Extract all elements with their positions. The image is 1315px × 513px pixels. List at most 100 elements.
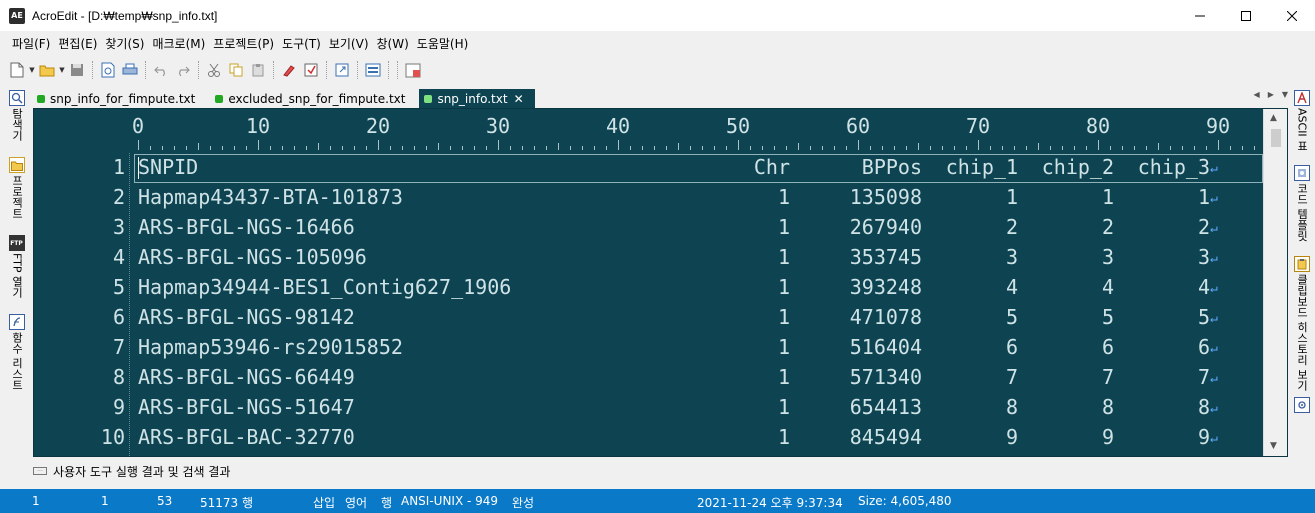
ruler-tick <box>738 140 739 150</box>
print-icon[interactable] <box>119 59 141 81</box>
code-field-c3: 4 <box>1197 275 1210 299</box>
ruler-tick <box>462 146 463 150</box>
code-line[interactable]: ARS-BFGL-NGS-16466 1 267940 2 2 2 ↵ <box>138 215 1263 245</box>
menu-tools[interactable]: 도구(T) <box>278 35 325 52</box>
side-project-button[interactable]: 프로젝트 <box>0 157 33 219</box>
tab-list-icon[interactable]: ▼ <box>1282 90 1288 99</box>
code-field-c1: 5 <box>1005 305 1018 329</box>
ruler-tick <box>390 146 391 150</box>
minimize-icon[interactable] <box>1177 0 1223 31</box>
line-number: 10 <box>100 425 125 449</box>
layout-icon[interactable] <box>362 59 384 81</box>
print-preview-icon[interactable] <box>97 59 119 81</box>
redo-icon[interactable] <box>172 59 194 81</box>
tab-close-icon[interactable]: ✕ <box>514 92 524 106</box>
ruler-label: 40 <box>606 114 631 138</box>
bookmark-icon[interactable] <box>300 59 322 81</box>
code-field-snp: Hapmap53946-rs29015852 <box>138 335 403 359</box>
code-line[interactable]: ARS-BFGL-NGS-98142 1 471078 5 5 5 ↵ <box>138 305 1263 335</box>
open-folder-dropdown-icon[interactable]: ▼ <box>58 66 66 74</box>
code-field-c1: 9 <box>1005 425 1018 449</box>
undo-icon[interactable] <box>150 59 172 81</box>
status-insert-mode[interactable]: 삽입 <box>313 494 335 511</box>
line-number: 5 <box>112 275 125 299</box>
code-line[interactable]: SNPID Chr BPPos chip_1 chip_2 chip_3 ↵ <box>138 155 1263 185</box>
maximize-icon[interactable] <box>1223 0 1269 31</box>
ruler-tick <box>378 140 379 150</box>
code-field-c2: 5 <box>1101 305 1114 329</box>
ruler-tick <box>426 146 427 150</box>
menu-macro[interactable]: 매크로(M) <box>148 35 209 52</box>
tab-prev-icon[interactable]: ◀ <box>1254 90 1260 99</box>
code-field-c2: 2 <box>1101 215 1114 239</box>
ruler-tick <box>1038 143 1039 150</box>
column-ruler: 0 10 20 30 40 50 60 70 80 90 <box>34 109 1263 153</box>
code-field-snp: Hapmap43437-BTA-101873 <box>138 185 403 209</box>
highlight-icon[interactable] <box>278 59 300 81</box>
menu-window[interactable]: 창(W) <box>373 35 413 52</box>
code-field-bp: 654413 <box>849 395 922 419</box>
toolbar-separator <box>92 61 93 79</box>
open-folder-icon[interactable] <box>36 59 58 81</box>
text-editor[interactable]: 0 10 20 30 40 50 60 70 80 90 1 2 3 4 5 6 7 8 9 10… <box>33 108 1288 457</box>
scroll-down-icon[interactable]: ▼ <box>1270 441 1277 451</box>
side-explorer-button[interactable]: 탐색기 <box>0 90 33 141</box>
save-icon[interactable] <box>66 59 88 81</box>
copy-icon[interactable] <box>225 59 247 81</box>
status-selection-mode[interactable]: 행 <box>381 494 392 511</box>
ruler-tick <box>1218 140 1219 150</box>
vertical-scrollbar[interactable]: ▲ ▼ <box>1263 109 1287 456</box>
side-function-list-button[interactable]: 함수 리스트 <box>0 313 33 390</box>
side-ftp-button[interactable]: FTP FTP 열기 <box>0 235 33 298</box>
menu-project[interactable]: 프로젝트(P) <box>209 35 278 52</box>
code-line[interactable]: ARS-BFGL-BAC-32770 1 845494 9 9 9 ↵ <box>138 425 1263 455</box>
scroll-up-icon[interactable]: ▲ <box>1270 113 1277 123</box>
ruler-tick <box>282 146 283 150</box>
code-line[interactable]: ARS-BFGL-NGS-66449 1 571340 7 7 7 ↵ <box>138 365 1263 395</box>
scroll-thumb[interactable] <box>1271 129 1281 147</box>
ruler-tick <box>894 146 895 150</box>
menu-view[interactable]: 보기(V) <box>325 35 373 52</box>
new-file-icon[interactable] <box>6 59 28 81</box>
end-of-line-icon: ↵ <box>1210 431 1218 446</box>
status-input-language[interactable]: 영어 <box>345 494 367 511</box>
cut-icon[interactable] <box>203 59 225 81</box>
line-number: 3 <box>112 215 125 239</box>
calendar-icon[interactable] <box>402 59 424 81</box>
code-field-c3: chip_3 <box>1137 155 1210 179</box>
menu-edit[interactable]: 편집(E) <box>54 35 101 52</box>
paste-icon[interactable] <box>247 59 269 81</box>
ruler-tick <box>702 146 703 150</box>
code-line[interactable]: Hapmap53946-rs29015852 1 516404 6 6 6 ↵ <box>138 335 1263 365</box>
side-clipboard-button[interactable]: 클립보드 히스토리 보기 <box>1288 255 1315 391</box>
status-encoding[interactable]: ANSI-UNIX - 949 <box>401 494 498 508</box>
ruler-tick <box>330 146 331 150</box>
ruler-tick <box>774 146 775 150</box>
side-template-button[interactable]: 코드 템플릿 <box>1288 165 1315 242</box>
menu-file[interactable]: 파일(F) <box>8 35 54 52</box>
app-icon[interactable]: AE <box>9 7 25 24</box>
side-more-button[interactable] <box>1288 396 1315 415</box>
code-field-chr: 1 <box>777 275 790 299</box>
tab-next-icon[interactable]: ▶ <box>1268 90 1274 99</box>
close-icon[interactable] <box>1269 0 1315 31</box>
code-field-c3: 9 <box>1197 425 1210 449</box>
menu-find[interactable]: 찾기(S) <box>101 35 148 52</box>
new-file-dropdown-icon[interactable]: ▼ <box>28 66 36 74</box>
ruler-label: 50 <box>726 114 751 138</box>
code-line[interactable]: Hapmap43437-BTA-101873 1 135098 1 1 1 ↵ <box>138 185 1263 215</box>
side-ascii-button[interactable]: ASCII 표 <box>1288 90 1315 151</box>
code-line[interactable]: Hapmap34944-BES1_Contig627_1906 1 393248 4 4… <box>138 275 1263 305</box>
code-field-chr: 1 <box>777 305 790 329</box>
code-line[interactable]: ARS-BFGL-NGS-51647 1 654413 8 8 8 ↵ <box>138 395 1263 425</box>
tab-snp-info[interactable]: snp_info.txt ✕ <box>419 89 535 108</box>
tab-snp-info-for-fimpute[interactable]: snp_info_for_fimpute.txt <box>33 89 205 108</box>
output-panel-bar[interactable]: ··· 사용자 도구 실행 결과 및 검색 결과 <box>33 460 230 482</box>
tab-excluded-snp-for-fimpute[interactable]: excluded_snp_for_fimpute.txt <box>211 89 415 108</box>
text-cursor <box>138 157 139 179</box>
code-field-bp: 516404 <box>849 335 922 359</box>
code-line[interactable]: ARS-BFGL-NGS-105096 1 353745 3 3 3 ↵ <box>138 245 1263 275</box>
ruler-tick <box>1098 140 1099 150</box>
menu-help[interactable]: 도움말(H) <box>413 35 473 52</box>
open-in-browser-icon[interactable] <box>331 59 353 81</box>
